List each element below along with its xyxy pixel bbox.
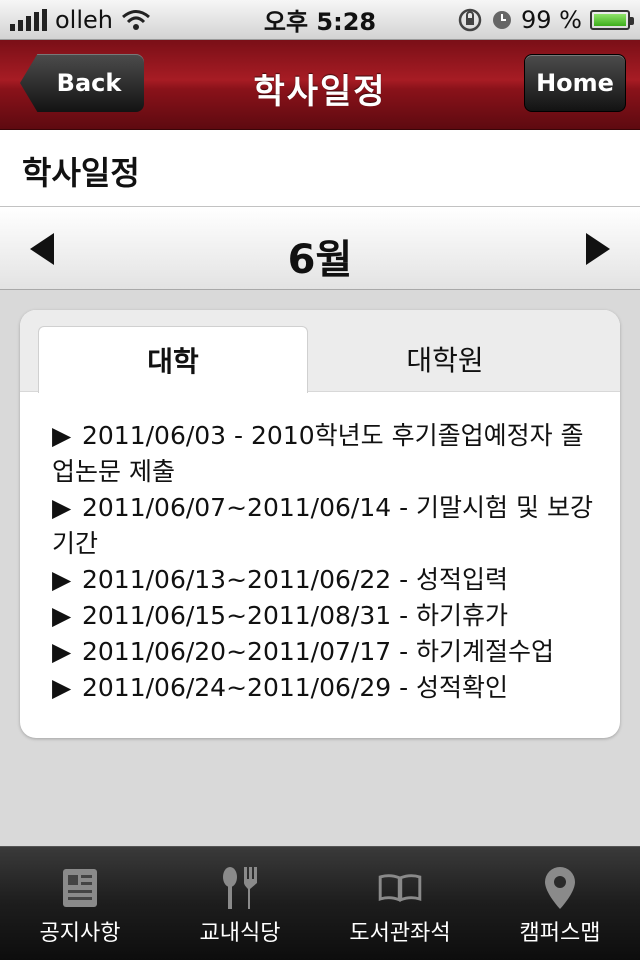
bullet-arrow-icon: ▶ (52, 421, 72, 450)
tab-bar-item-cafeteria[interactable]: 교내식당 (160, 847, 320, 960)
schedule-text: 2011/06/20~2011/07/17 - 하기계절수업 (82, 637, 555, 666)
battery-percent: 99 % (521, 5, 582, 34)
schedule-text: 2011/06/07~2011/06/14 - 기말시험 및 보강 기간 (52, 493, 593, 558)
status-right: 99 % (457, 5, 634, 34)
cafeteria-icon (218, 865, 262, 911)
tab-undergraduate[interactable]: 대학 (38, 326, 308, 393)
wifi-icon (122, 9, 150, 30)
month-selector: 6월 (0, 206, 640, 290)
status-left: olleh (10, 6, 151, 34)
signal-strength-icon (10, 8, 47, 31)
bullet-arrow-icon: ▶ (52, 493, 72, 522)
notice-icon (58, 865, 102, 911)
tab-row: 대학 대학원 (20, 310, 620, 393)
list-item: ▶ 2011/06/07~2011/06/14 - 기말시험 및 보강 기간 (52, 490, 600, 562)
tab-bar-label: 캠퍼스맵 (519, 921, 601, 946)
month-label: 6월 (287, 237, 353, 283)
schedule-text: 2011/06/03 - 2010학년도 후기졸업예정자 졸업논문 제출 (52, 421, 584, 486)
rotation-lock-icon (458, 8, 482, 31)
next-month-arrow-icon[interactable] (580, 233, 610, 267)
bullet-arrow-icon: ▶ (52, 637, 72, 666)
list-item: ▶ 2011/06/20~2011/07/17 - 하기계절수업 (52, 634, 600, 670)
status-bar: olleh 오후 5:28 99 % (0, 0, 640, 40)
alarm-clock-icon (493, 10, 512, 29)
tab-bar-item-library[interactable]: 도서관좌석 (320, 847, 480, 960)
battery-icon (590, 9, 634, 30)
list-item: ▶ 2011/06/24~2011/06/29 - 성적확인 (52, 670, 600, 706)
list-item: ▶ 2011/06/13~2011/06/22 - 성적입력 (52, 562, 600, 598)
tab-bar-item-campus-map[interactable]: 캠퍼스맵 (480, 847, 640, 960)
schedule-text: 2011/06/13~2011/06/22 - 성적입력 (82, 565, 509, 594)
bullet-arrow-icon: ▶ (52, 673, 72, 702)
schedule-text: 2011/06/24~2011/06/29 - 성적확인 (82, 673, 509, 702)
carrier-name: olleh (55, 5, 113, 34)
tab-bar-label: 공지사항 (39, 921, 121, 946)
list-item: ▶ 2011/06/15~2011/08/31 - 하기휴가 (52, 598, 600, 634)
page-title: 학사일정 (0, 130, 640, 206)
schedule-card: 대학 대학원 ▶ 2011/06/03 - 2010학년도 후기졸업예정자 졸업논… (20, 310, 620, 738)
tab-bar-label: 도서관좌석 (349, 921, 451, 946)
tab-bar-label: 교내식당 (199, 921, 281, 946)
list-item: ▶ 2011/06/03 - 2010학년도 후기졸업예정자 졸업논문 제출 (52, 418, 600, 490)
bottom-tab-bar: 공지사항 교내식당 도서관좌석 캠퍼스맵 (0, 846, 640, 960)
tab-graduate[interactable]: 대학원 (310, 326, 580, 392)
bullet-arrow-icon: ▶ (52, 565, 72, 594)
battery-fill (594, 13, 626, 26)
navigation-bar: Back 학사일정 Home (0, 40, 640, 130)
bullet-arrow-icon: ▶ (52, 601, 72, 630)
map-pin-icon (538, 865, 582, 911)
tab-bar-item-notice[interactable]: 공지사항 (0, 847, 160, 960)
home-button[interactable]: Home (524, 54, 626, 112)
schedule-list: ▶ 2011/06/03 - 2010학년도 후기졸업예정자 졸업논문 제출 ▶ 2… (52, 418, 600, 706)
library-book-icon (378, 865, 422, 911)
schedule-text: 2011/06/15~2011/08/31 - 하기휴가 (82, 601, 509, 630)
